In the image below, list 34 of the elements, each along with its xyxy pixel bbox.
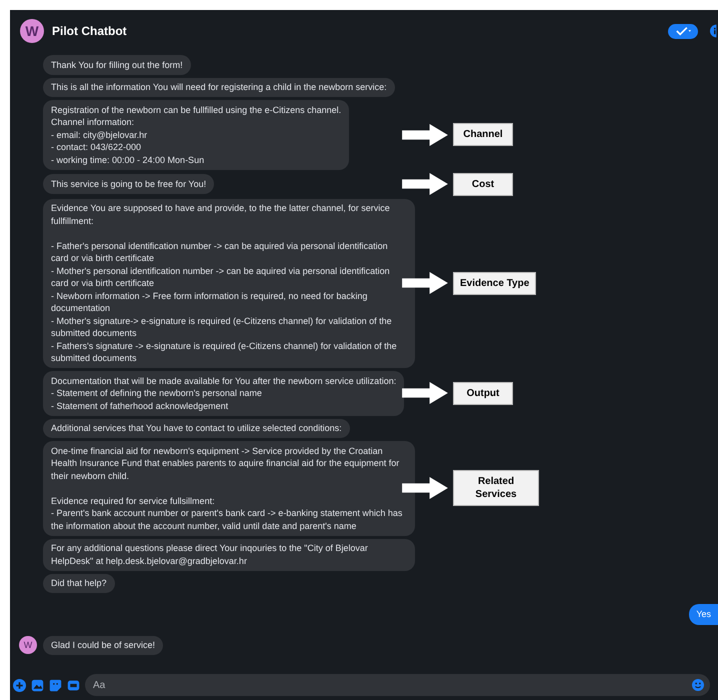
plus-icon[interactable] — [13, 678, 26, 692]
annotation-label: Evidence Type — [453, 272, 536, 295]
message-bubble: This service is going to be free for You! — [43, 174, 214, 194]
message-bubble: Registration of the newborn can be fullfilled using the e-Citizens channel. Channel information: - email: city@bjelovar.hr - contact: 043/622-000 - working time: 00:00 - 24:00 Mon-Sun — [43, 100, 350, 170]
annotation-label: Related Services — [453, 470, 539, 506]
right-arrow-icon — [401, 477, 449, 500]
sticker-icon[interactable] — [49, 678, 62, 692]
right-arrow-icon — [401, 382, 449, 404]
check-dropdown-button[interactable] — [668, 24, 698, 38]
message-bubble: Thank You for filling out the form! — [43, 55, 191, 74]
avatar: W — [19, 636, 37, 654]
right-arrow-icon — [401, 124, 449, 146]
annotation-label: Cost — [453, 172, 513, 196]
message-input[interactable]: Aa — [85, 674, 710, 696]
message-bubble: Yes — [689, 604, 718, 624]
avatar: W — [20, 19, 44, 43]
message-bubble: Documentation that will be made available for You after the newborn service utilization: - Statement of defining the newborn's personal name - Statement of fatherhood acknowledgement — [43, 371, 404, 416]
info-icon[interactable] — [710, 23, 718, 39]
message-bubble: For any additional questions please direct Your inqouries to the "City of Bjelovar HelpDesk" at help.desk.bjelovar@gradbjelovar.hr — [43, 538, 415, 570]
message-bubble: This is all the information You will need for registering a child in the newborn service: — [43, 78, 395, 97]
annotation-label: Channel — [453, 123, 513, 146]
message-bubble: One-time financial aid for newborn's equipment -> Service provided by the Croatian Health Insurance Fund that enables parents to aquire financial aid for the equipment for their newborn child. Evidence required for service fullsillment: - Parent's bank account number or parent's bank card -> e-banking statement which has the information about the account number, valid until date and parent's name — [43, 441, 415, 536]
message-bubble: Did that help? — [43, 574, 115, 593]
annotation-label: Output — [453, 382, 513, 405]
chat-title: Pilot Chatbot — [52, 23, 127, 40]
right-arrow-icon — [401, 272, 449, 294]
right-arrow-icon — [401, 173, 449, 195]
check-icon[interactable] — [674, 26, 692, 36]
message-bubble: Additional services that You have to contact to utilize selected conditions: — [43, 418, 350, 438]
emoji-icon[interactable] — [692, 679, 704, 691]
message-bubble: Evidence You are supposed to have and provide, to the the latter channel, for service fullfillment: - Father's personal identification number -> can be aquired via personal identification card or via birth certificate - Mother's personal identification number -> can be aquired via personal identification card or via birth certificate - Newborn information -> Free form information is required, no need for backing documentation - Mother's signature-> e-signature is required (e-Citizens channel) for validation of the submitted documents - Fathers's signature -> e-signature is required (e-Citizens channel) for validation of the submitted documents — [43, 198, 415, 368]
gif-icon[interactable] — [67, 678, 80, 692]
message-bubble: Glad I could be of service! — [43, 636, 164, 655]
image-icon[interactable] — [31, 678, 44, 692]
